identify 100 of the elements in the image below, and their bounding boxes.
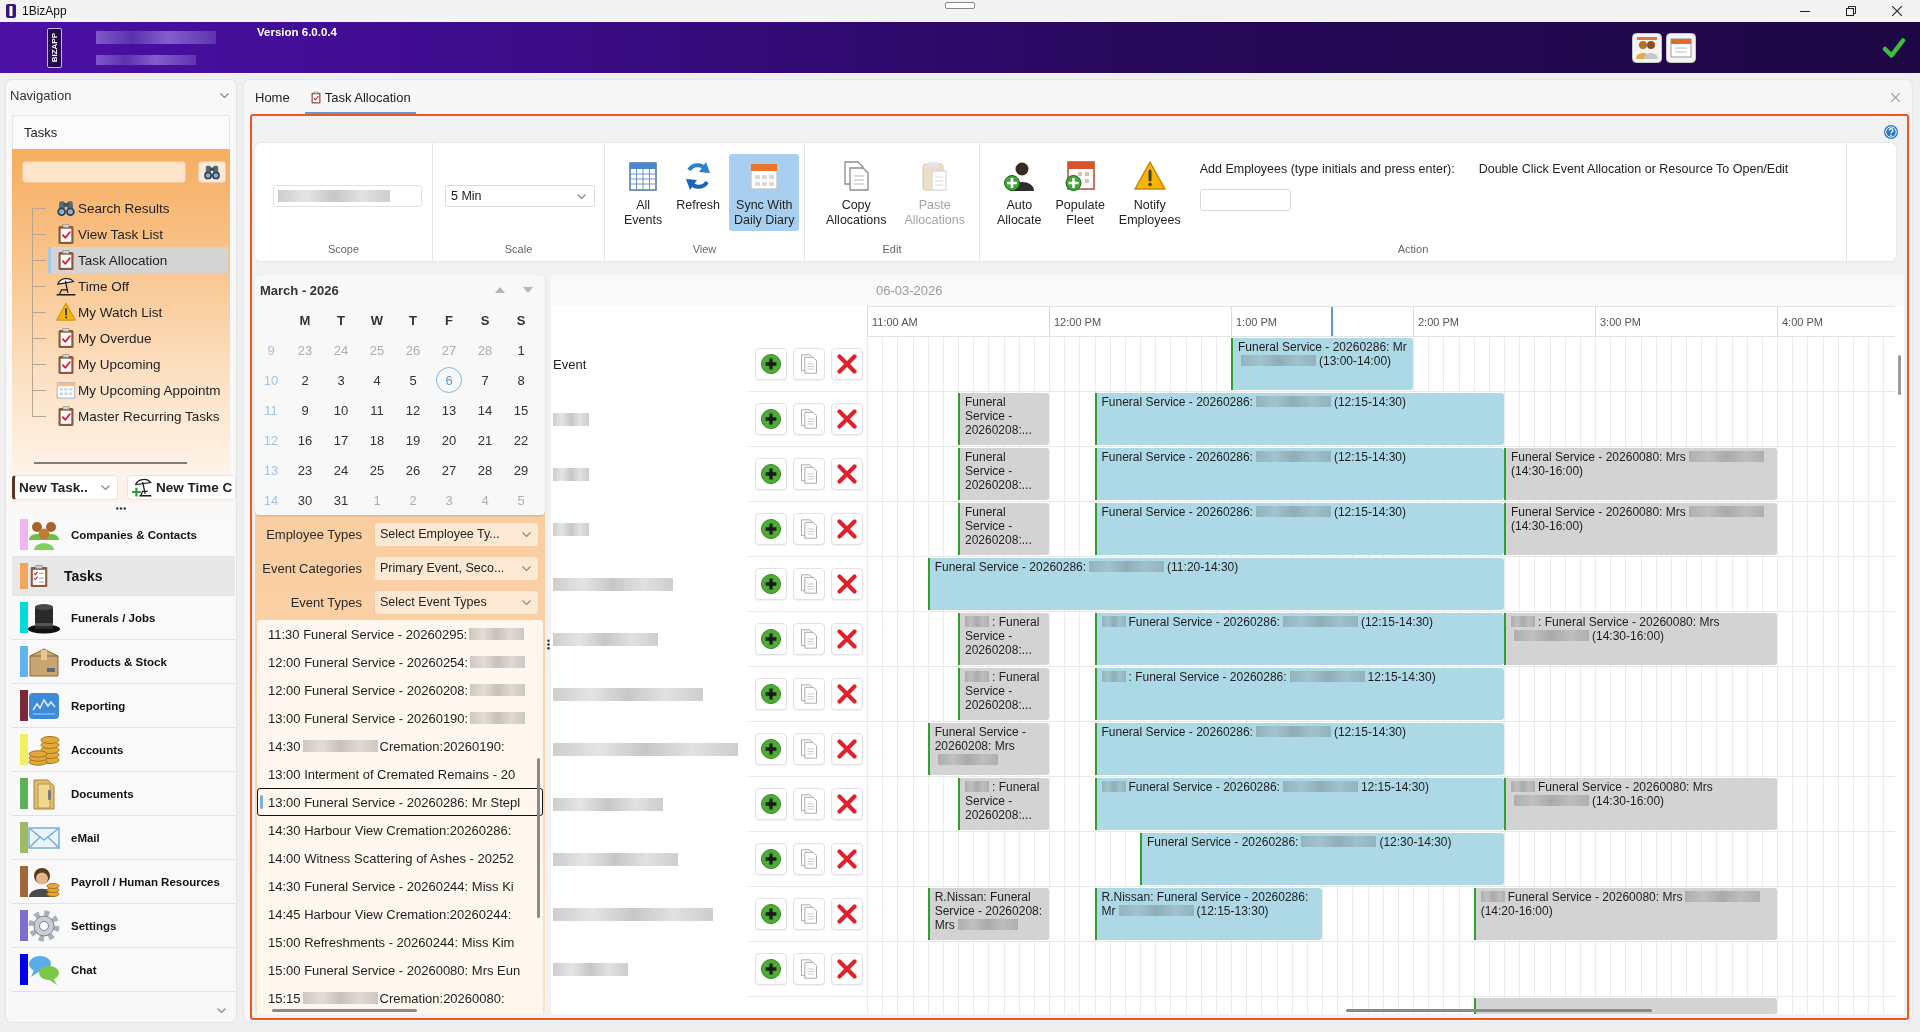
calendar-day[interactable]: 7	[472, 367, 498, 393]
calendar-day[interactable]: 19	[400, 427, 426, 453]
event-list-item[interactable]: 15:00 Refreshments - 20260244: Miss Kim	[257, 928, 543, 956]
calendar-day[interactable]: 26	[400, 457, 426, 483]
tree-item[interactable]: My Upcoming	[48, 351, 228, 377]
event-bar[interactable]: Funeral Service - 20260286: (12:15-14:30)	[1094, 613, 1504, 665]
calendar-day[interactable]: 25	[364, 457, 390, 483]
event-bar[interactable]: Funeral Service - 20260286: (12:15-14:30)	[1094, 393, 1504, 445]
tree-item[interactable]: My Upcoming Appointm	[48, 377, 228, 403]
delete-button[interactable]	[831, 898, 863, 930]
add-button[interactable]	[755, 788, 787, 820]
delete-button[interactable]	[831, 513, 863, 545]
add-button[interactable]	[755, 953, 787, 985]
chevron-down-icon[interactable]	[220, 92, 229, 98]
event-bar[interactable]: Funeral Service - 20260208:...	[958, 448, 1049, 500]
calendar-day[interactable]: 30	[292, 487, 318, 513]
event-bar[interactable]: Funeral Service - 20260080: Mrs (14:30-16:00)	[1504, 448, 1777, 500]
event-list-item[interactable]: 13:00 Interment of Cremated Remains - 20	[257, 760, 543, 788]
event-list-item[interactable]: 14:30 Funeral Service - 20260244: Miss Ki	[257, 872, 543, 900]
filter-dropdown[interactable]: Primary Event, Seco...	[374, 555, 539, 581]
calendar-day[interactable]: 28	[472, 457, 498, 483]
add-button[interactable]	[755, 348, 787, 380]
scroll-thumb[interactable]	[537, 758, 540, 918]
event-list-item[interactable]: 13:00 Funeral Service - 20260190:	[257, 704, 543, 732]
splitter-grip-icon[interactable]	[546, 639, 550, 650]
delete-button[interactable]	[831, 568, 863, 600]
event-list-item[interactable]: 14:45 Harbour View Cremation:20260244:	[257, 900, 543, 928]
event-bar[interactable]: Funeral Service - 20260080: Mrs (14:30-16:00)	[1504, 503, 1777, 555]
calendar-day[interactable]: 9	[292, 397, 318, 423]
module-item[interactable]: Tasks	[12, 557, 235, 596]
ribbon-button[interactable]: Sync With Daily Diary	[729, 154, 800, 231]
event-list-item[interactable]: 11:30 Funeral Service - 20260295:	[257, 620, 543, 648]
snap-handle[interactable]	[945, 2, 975, 9]
delete-button[interactable]	[831, 733, 863, 765]
event-bar[interactable]: : Funeral Service - 20260286: 12:15-14:30)	[1094, 668, 1504, 720]
calendar-day[interactable]: 23	[292, 457, 318, 483]
calendar-day[interactable]: 2	[292, 367, 318, 393]
add-button[interactable]	[755, 513, 787, 545]
delete-button[interactable]	[831, 348, 863, 380]
event-bar[interactable]: : Funeral Service - 20260208:...	[958, 778, 1049, 830]
tree-item[interactable]: Master Recurring Tasks	[48, 403, 228, 429]
event-bar[interactable]: Funeral Service - 20260208:...	[958, 393, 1049, 445]
event-bar[interactable]: Funeral Service - 20260208: Mrs	[927, 723, 1049, 775]
delete-button[interactable]	[831, 788, 863, 820]
calendar-day[interactable]: 27	[436, 457, 462, 483]
event-list-item[interactable]: 15:00 Funeral Service - 20260080: Mrs Eun	[257, 956, 543, 984]
add-button[interactable]	[755, 403, 787, 435]
add-button[interactable]	[755, 733, 787, 765]
calendar-day[interactable]: 20	[436, 427, 462, 453]
ribbon-button[interactable]: Auto Allocate	[992, 154, 1047, 231]
delete-button[interactable]	[831, 843, 863, 875]
calendar-day[interactable]: 11	[364, 397, 390, 423]
calendar-day[interactable]: 22	[508, 427, 534, 453]
tree-item[interactable]: Task Allocation	[48, 247, 228, 273]
add-button[interactable]	[755, 843, 787, 875]
event-list-item[interactable]: 14:30 Harbour View Cremation:20260286:	[257, 816, 543, 844]
calendar-day[interactable]: 16	[292, 427, 318, 453]
event-bar[interactable]: R.Nissan: Funeral Service - 20260286: Mr (12:15-13:30)	[1094, 888, 1322, 940]
delete-button[interactable]	[831, 458, 863, 490]
filter-dropdown[interactable]: Select Employee Ty...	[374, 521, 539, 547]
event-bar[interactable]: Funeral Service - 20260286: (12:30-14:30)	[1140, 833, 1504, 885]
new-task-dropdown[interactable]: New Task..	[12, 474, 118, 500]
event-bar[interactable]: Funeral Service - 20260080: Mrs (14:30-16:00)	[1504, 778, 1777, 830]
ribbon-button[interactable]: Copy Allocations	[821, 154, 892, 231]
calendar-day[interactable]: 14	[472, 397, 498, 423]
calendar-day[interactable]: 8	[508, 367, 534, 393]
delete-button[interactable]	[831, 623, 863, 655]
chevron-down-icon[interactable]	[217, 1008, 226, 1013]
calendar-day[interactable]: 15	[508, 397, 534, 423]
delete-button[interactable]	[831, 678, 863, 710]
event-bar[interactable]: Funeral Service - 20260286: (12:15-14:30)	[1094, 723, 1504, 775]
calendar-day[interactable]: 18	[364, 427, 390, 453]
event-list-item[interactable]: 13:00 Funeral Service - 20260286: Mr Stepl	[257, 788, 543, 816]
tree-item[interactable]: My Watch List	[48, 299, 228, 325]
tree-item[interactable]: View Task List	[48, 221, 228, 247]
calendar-day[interactable]: 5	[400, 367, 426, 393]
scroll-thumb[interactable]	[272, 1009, 417, 1012]
calendar-day[interactable]: 1	[508, 337, 534, 363]
calendar-day[interactable]: 3	[328, 367, 354, 393]
tree-item[interactable]: My Overdue	[48, 325, 228, 351]
scope-field[interactable]	[273, 185, 422, 207]
add-button[interactable]	[755, 458, 787, 490]
event-list-item[interactable]: 12:00 Funeral Service - 20260254:	[257, 648, 543, 676]
help-icon[interactable]	[1884, 125, 1898, 139]
scale-dropdown[interactable]: 5 Min	[445, 185, 595, 207]
tree-item[interactable]: Time Off	[48, 273, 228, 299]
new-time-off-button[interactable]: New Time C	[127, 474, 236, 500]
calendar-day[interactable]: 4	[364, 367, 390, 393]
tab[interactable]: Home	[250, 80, 295, 114]
calendar-app-icon[interactable]	[1666, 32, 1696, 63]
event-bar[interactable]: Funeral Service - 20260208:...	[958, 503, 1049, 555]
search-button[interactable]	[198, 161, 226, 183]
calendar-day[interactable]: 13	[436, 397, 462, 423]
scroll-thumb[interactable]	[1346, 1009, 1652, 1012]
add-button[interactable]	[755, 678, 787, 710]
grip-dots-icon[interactable]	[115, 506, 127, 510]
checkmark-icon[interactable]	[1882, 36, 1906, 59]
event-bar[interactable]: : Funeral Service - 20260208:...	[958, 613, 1049, 665]
tree-item[interactable]: Search Results	[48, 195, 228, 221]
add-button[interactable]	[755, 568, 787, 600]
